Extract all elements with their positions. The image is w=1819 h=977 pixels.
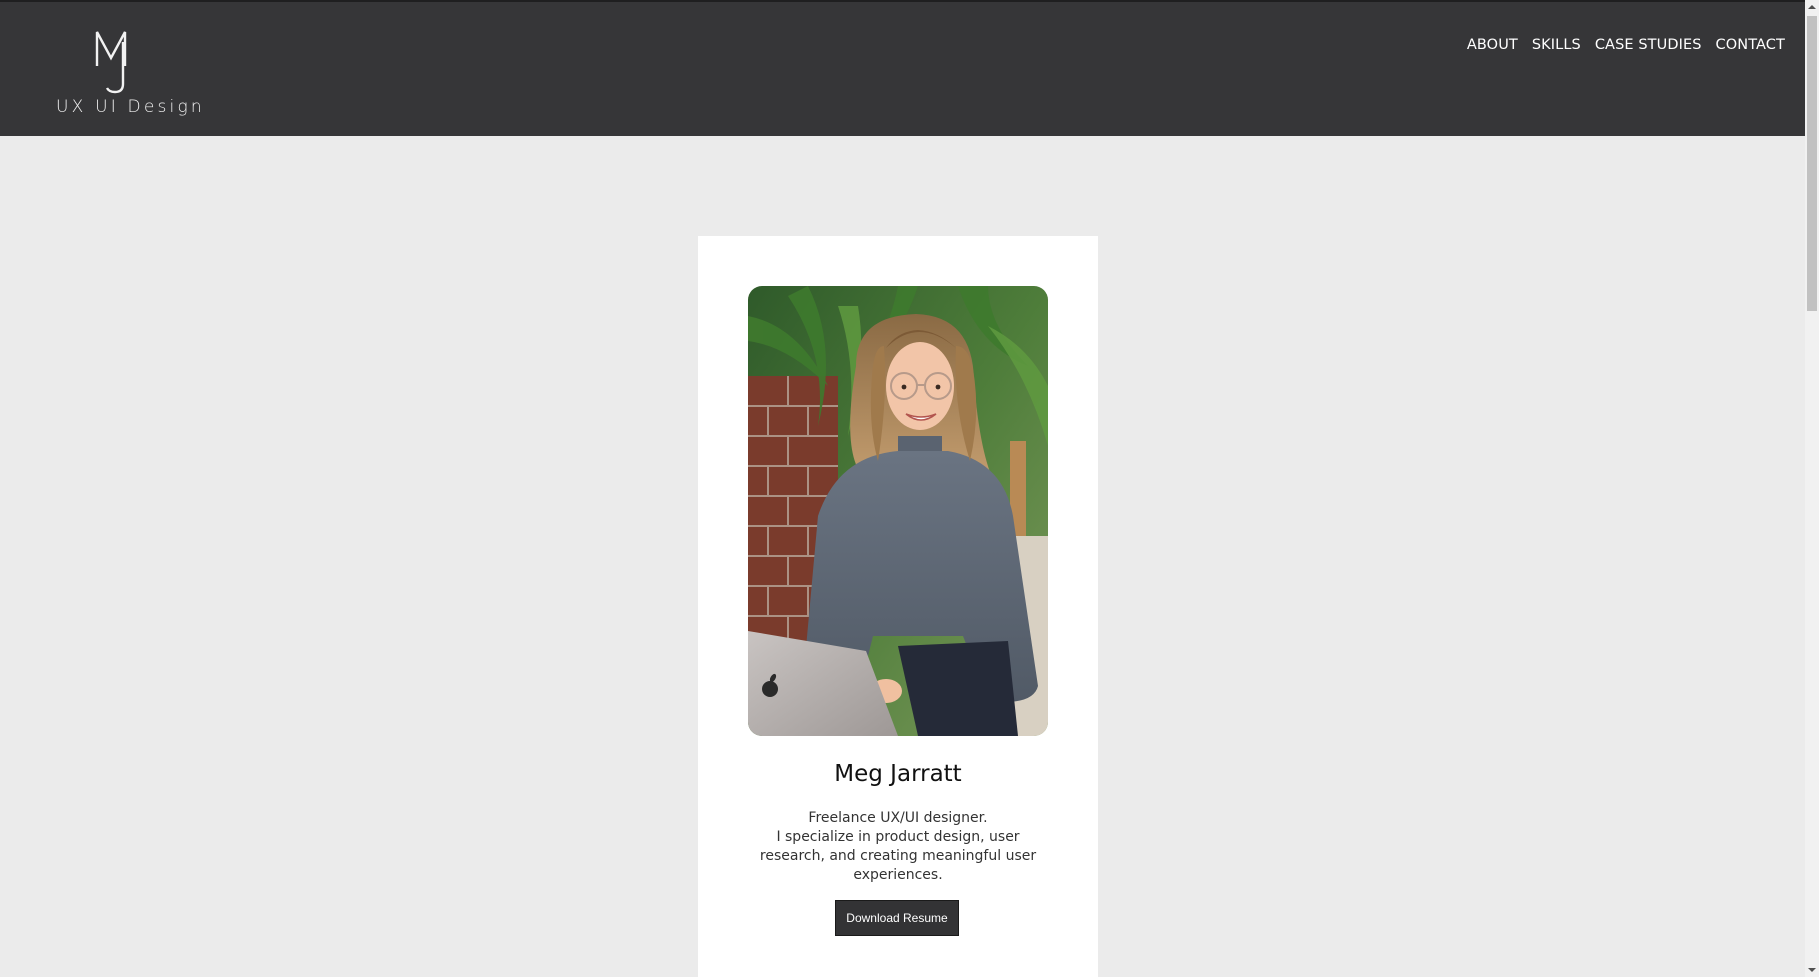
bio-line: I specialize in product design, user bbox=[776, 829, 1020, 845]
bio-line: Freelance UX/UI designer. bbox=[808, 810, 988, 826]
nav-contact[interactable]: CONTACT bbox=[1716, 35, 1785, 55]
logo-link[interactable]: UX UI Design bbox=[56, 28, 205, 123]
main-nav: ABOUT SKILLS CASE STUDIES CONTACT bbox=[1467, 35, 1785, 55]
bio-line: research, and creating meaningful user bbox=[759, 848, 1037, 864]
page: UX UI Design ABOUT SKILLS CASE STUDIES C… bbox=[0, 0, 1819, 977]
bio-line: experiences. bbox=[853, 867, 943, 883]
profile-card: Meg Jarratt Freelance UX/UI designer. I … bbox=[698, 236, 1098, 977]
portrait-illustration bbox=[748, 286, 1048, 736]
site-header: UX UI Design ABOUT SKILLS CASE STUDIES C… bbox=[0, 0, 1805, 136]
nav-about[interactable]: ABOUT bbox=[1467, 35, 1518, 55]
download-resume-button[interactable]: Download Resume bbox=[835, 900, 959, 936]
vertical-scrollbar[interactable] bbox=[1805, 0, 1819, 977]
profile-bio: Freelance UX/UI designer. I specialize i… bbox=[753, 809, 1043, 885]
profile-photo bbox=[748, 286, 1048, 736]
profile-name: Meg Jarratt bbox=[834, 761, 962, 787]
logo-tagline: UX UI Design bbox=[56, 97, 205, 117]
nav-case-studies[interactable]: CASE STUDIES bbox=[1595, 35, 1702, 55]
scroll-down-arrow-icon[interactable] bbox=[1805, 963, 1819, 977]
mj-monogram-icon bbox=[95, 31, 127, 94]
nav-skills[interactable]: SKILLS bbox=[1532, 35, 1581, 55]
scrollbar-thumb[interactable] bbox=[1807, 16, 1817, 311]
scroll-up-arrow-icon[interactable] bbox=[1805, 0, 1819, 14]
